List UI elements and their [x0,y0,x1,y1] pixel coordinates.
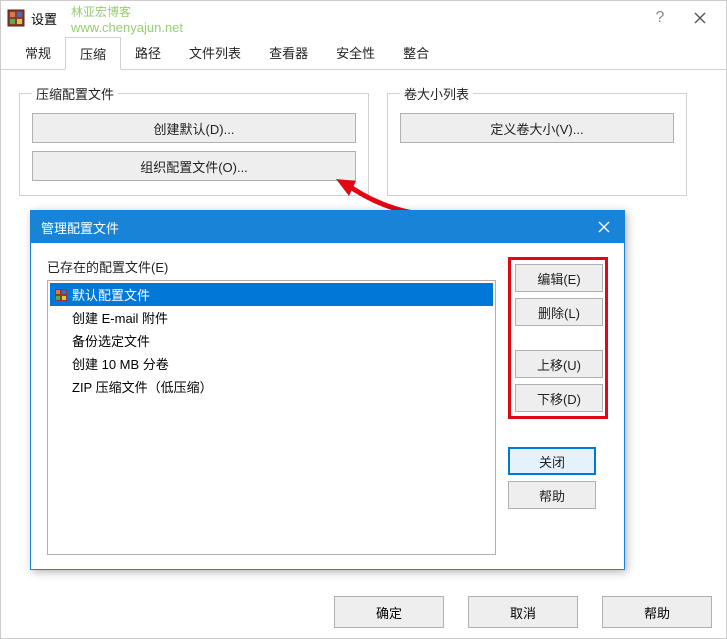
dialog-buttons: 编辑(E) 删除(L) 上移(U) 下移(D) 关闭 帮助 [508,257,608,555]
move-up-button[interactable]: 上移(U) [515,350,603,378]
dialog-title: 管理配置文件 [41,218,584,237]
volume-size-legend: 卷大小列表 [400,84,473,103]
highlighted-buttons: 编辑(E) 删除(L) 上移(U) 下移(D) [508,257,608,419]
window-title: 设置 [31,9,640,28]
move-down-button[interactable]: 下移(D) [515,384,603,412]
app-icon [7,9,25,27]
tab-security[interactable]: 安全性 [322,37,389,69]
tab-general[interactable]: 常规 [11,37,65,69]
tab-filelist[interactable]: 文件列表 [175,37,255,69]
close-icon [598,221,610,233]
help-button[interactable]: ? [640,4,680,32]
list-label: 已存在的配置文件(E) [47,257,496,276]
cancel-button[interactable]: 取消 [468,596,578,628]
dialog-close-button[interactable] [584,211,624,243]
ok-button[interactable]: 确定 [334,596,444,628]
close-icon [694,12,706,24]
help-button-footer[interactable]: 帮助 [602,596,712,628]
tab-compression[interactable]: 压缩 [65,37,121,70]
list-item-label: 创建 E-mail 附件 [72,308,168,327]
list-item[interactable]: 创建 E-mail 附件 [50,306,493,329]
tab-integration[interactable]: 整合 [389,37,443,69]
organize-profiles-button[interactable]: 组织配置文件(O)... [32,151,356,181]
list-item-label: ZIP 压缩文件（低压缩） [72,377,213,396]
close-button[interactable] [680,4,720,32]
dialog-close-action-button[interactable]: 关闭 [508,447,596,475]
list-item[interactable]: ZIP 压缩文件（低压缩） [50,375,493,398]
list-item[interactable]: 备份选定文件 [50,329,493,352]
edit-button[interactable]: 编辑(E) [515,264,603,292]
list-item-label: 创建 10 MB 分卷 [72,354,169,373]
compress-profiles-legend: 压缩配置文件 [32,84,118,103]
volume-size-group: 卷大小列表 定义卷大小(V)... [387,84,687,196]
tab-bar: 常规 压缩 路径 文件列表 查看器 安全性 整合 [1,37,726,70]
footer-buttons: 确定 取消 帮助 [334,596,712,628]
manage-profiles-dialog: 管理配置文件 已存在的配置文件(E) 默认配置文件 创建 E-mail 附件 备… [30,210,625,570]
tab-viewer[interactable]: 查看器 [255,37,322,69]
delete-button[interactable]: 删除(L) [515,298,603,326]
dialog-titlebar: 管理配置文件 [31,211,624,243]
compress-profiles-group: 压缩配置文件 创建默认(D)... 组织配置文件(O)... [19,84,369,196]
list-item-label: 默认配置文件 [72,285,150,304]
define-volume-button[interactable]: 定义卷大小(V)... [400,113,674,143]
tab-content: 压缩配置文件 创建默认(D)... 组织配置文件(O)... 卷大小列表 定义卷… [1,70,726,210]
profile-list-panel: 已存在的配置文件(E) 默认配置文件 创建 E-mail 附件 备份选定文件 创… [47,257,496,555]
create-default-button[interactable]: 创建默认(D)... [32,113,356,143]
profile-icon [54,288,68,302]
list-item[interactable]: 默认配置文件 [50,283,493,306]
dialog-help-button[interactable]: 帮助 [508,481,596,509]
list-item-label: 备份选定文件 [72,331,150,350]
titlebar: 设置 ? [1,1,726,35]
profile-listbox[interactable]: 默认配置文件 创建 E-mail 附件 备份选定文件 创建 10 MB 分卷 Z… [47,280,496,555]
list-item[interactable]: 创建 10 MB 分卷 [50,352,493,375]
tab-paths[interactable]: 路径 [121,37,175,69]
